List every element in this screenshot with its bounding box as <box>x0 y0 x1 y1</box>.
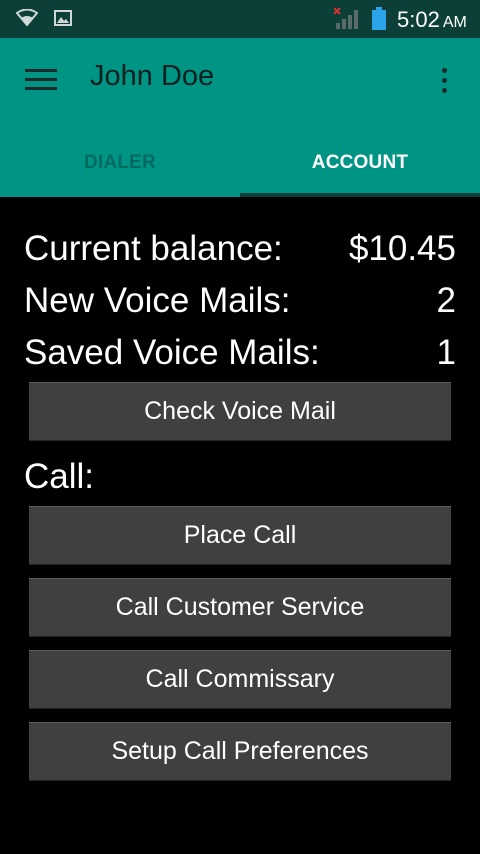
balance-value: $10.45 <box>348 229 456 268</box>
tab-dialer[interactable]: DIALER <box>0 128 240 197</box>
check-voice-mail-button[interactable]: Check Voice Mail <box>29 382 451 441</box>
place-call-button[interactable]: Place Call <box>29 506 451 565</box>
tab-account[interactable]: ACCOUNT <box>240 128 480 197</box>
overflow-menu-icon[interactable] <box>426 60 462 100</box>
time-value: 5:02 <box>397 7 440 32</box>
battery-icon <box>372 7 386 30</box>
saved-voice-mails-row: Saved Voice Mails: 1 <box>24 333 456 373</box>
new-voice-mails-count: 2 <box>436 281 456 320</box>
status-time: 5:02 AM <box>397 7 467 33</box>
status-bar: 5:02 AM <box>0 0 480 38</box>
call-commissary-button[interactable]: Call Commissary <box>29 650 451 709</box>
balance-label: Current balance: <box>24 229 283 268</box>
time-ampm: AM <box>442 14 467 31</box>
new-voice-mails-row: New Voice Mails: 2 <box>24 281 456 321</box>
call-section-label: Call: <box>24 457 95 496</box>
call-customer-service-button[interactable]: Call Customer Service <box>29 578 451 637</box>
setup-call-preferences-button[interactable]: Setup Call Preferences <box>29 722 451 781</box>
signal-icon <box>334 8 358 29</box>
wifi-icon <box>16 9 38 27</box>
tab-selected-indicator <box>240 193 480 197</box>
hamburger-menu-icon[interactable] <box>16 58 66 100</box>
new-voice-mails-label: New Voice Mails: <box>24 281 291 320</box>
balance-row: Current balance: $10.45 <box>24 229 456 269</box>
saved-voice-mails-label: Saved Voice Mails: <box>24 333 320 372</box>
image-icon <box>54 10 72 26</box>
saved-voice-mails-count: 1 <box>436 333 456 372</box>
app-title: John Doe <box>90 60 215 92</box>
app-bar: John Doe DIALER ACCOUNT <box>0 38 480 197</box>
